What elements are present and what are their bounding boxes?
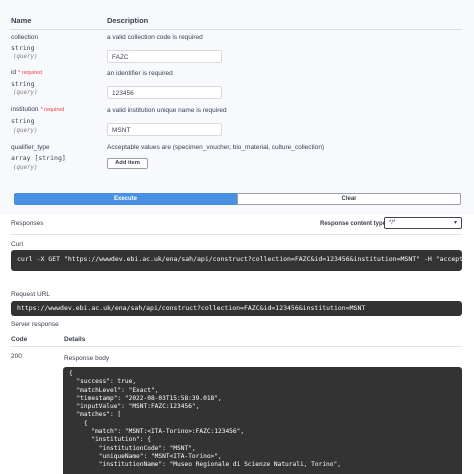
param-type-qualifier-type: array [string] bbox=[11, 154, 66, 162]
name-column-header: Name bbox=[11, 16, 32, 25]
required-marker: * required bbox=[40, 107, 65, 113]
param-in-id: (query) bbox=[13, 90, 38, 96]
response-body-line: "uniqueName": "MSNT<ITA-Torino>", bbox=[69, 452, 222, 460]
response-body-line: { bbox=[69, 370, 73, 377]
curl-label: Curl bbox=[11, 241, 23, 248]
response-content-type-label: Response content type bbox=[320, 221, 387, 227]
param-desc-collection: a valid collection code is required bbox=[107, 34, 203, 41]
code-column-header: Code bbox=[11, 336, 28, 343]
chevron-down-icon: ▾ bbox=[453, 220, 457, 226]
param-desc-id: an identifier is required bbox=[107, 70, 173, 77]
response-body-line: "institution": { bbox=[69, 436, 151, 444]
response-body-line: "timestamp": "2022-08-03T15:58:39.018", bbox=[69, 394, 222, 402]
parameters-panel: Name Description collection string (quer… bbox=[0, 0, 474, 215]
response-body-line: "inputValue": "MSNT:FAZC:123456", bbox=[69, 403, 200, 411]
param-in-qualifier-type: (query) bbox=[13, 165, 38, 171]
param-type-collection: string bbox=[11, 44, 35, 52]
request-url-block[interactable]: https://wwwdev.ebi.ac.uk/ena/sah/api/con… bbox=[11, 301, 462, 316]
response-body-label: Response body bbox=[64, 355, 110, 362]
param-name-collection: collection bbox=[11, 34, 39, 41]
collection-input[interactable]: FAZC bbox=[107, 50, 222, 63]
param-type-institution: string bbox=[11, 117, 35, 125]
response-body-line: "matchLevel": "Exact", bbox=[69, 386, 159, 394]
response-body-line: "institutionCode": "MSNT", bbox=[69, 444, 196, 452]
response-body-block[interactable]: { "success": true, "matchLevel": "Exact"… bbox=[63, 367, 462, 474]
param-name-id: id * required bbox=[11, 69, 42, 76]
responses-divider bbox=[10, 234, 462, 235]
description-column-header: Description bbox=[107, 16, 149, 25]
response-body-line: "institutionName": "Museo Regionale di S… bbox=[69, 461, 341, 469]
curl-command-block[interactable]: curl -X GET "https://wwwdev.ebi.ac.uk/en… bbox=[11, 250, 462, 271]
response-body-line: "matches": [ bbox=[69, 411, 122, 419]
required-marker: * required bbox=[18, 70, 42, 76]
param-in-institution: (query) bbox=[13, 128, 38, 134]
responses-title: Responses bbox=[11, 220, 44, 227]
institution-input[interactable]: MSNT bbox=[107, 123, 222, 136]
add-item-button[interactable]: Add item bbox=[107, 158, 148, 169]
execute-button[interactable]: Execute bbox=[14, 193, 237, 205]
response-body-line: "success": true, bbox=[69, 378, 137, 386]
clear-button[interactable]: Clear bbox=[237, 193, 461, 205]
header-divider bbox=[10, 29, 462, 30]
response-body-line: { bbox=[69, 419, 88, 427]
param-in-collection: (query) bbox=[13, 54, 38, 60]
param-desc-institution: a valid institution unique name is requi… bbox=[107, 107, 227, 114]
server-response-label: Server response bbox=[11, 321, 59, 328]
details-column-header: Details bbox=[64, 336, 86, 343]
param-desc-qualifier-type: Acceptable values are (specimen_voucher,… bbox=[107, 144, 325, 151]
response-content-type-value: */* bbox=[389, 220, 396, 226]
status-code: 200 bbox=[11, 353, 22, 360]
param-type-id: string bbox=[11, 80, 35, 88]
param-name-institution: institution * required bbox=[11, 106, 65, 113]
request-url-label: Request URL bbox=[11, 291, 51, 298]
param-name-qualifier-type: qualifier_type bbox=[11, 144, 50, 151]
id-input[interactable]: 123456 bbox=[107, 86, 222, 99]
response-body-line: "match": "MSNT:<ITA-Torino>:FAZC:123456"… bbox=[69, 428, 245, 436]
table-divider bbox=[10, 346, 462, 347]
response-content-type-select[interactable]: */* ▾ bbox=[384, 217, 462, 229]
